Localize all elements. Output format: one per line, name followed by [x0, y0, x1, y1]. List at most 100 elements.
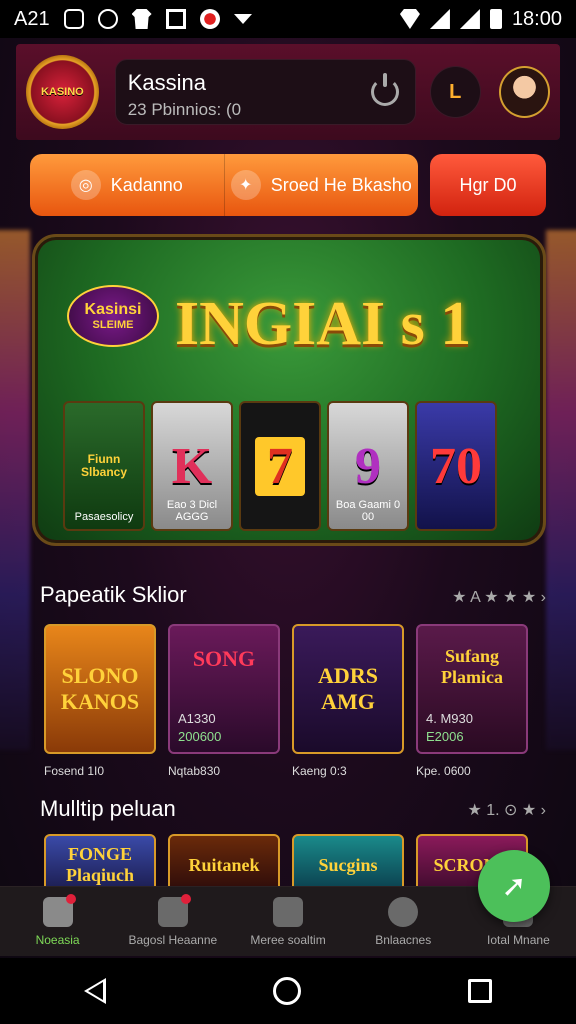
power-icon[interactable]: [370, 73, 399, 106]
chat-icon: [157, 893, 191, 927]
profile-name: Kassina: [127, 70, 206, 95]
game-thumbnail: ADRS AMG: [292, 624, 404, 754]
wifi-icon: [399, 9, 420, 29]
section-1-more[interactable]: ★ A ★ ★ ★ ›: [452, 587, 546, 607]
notification-dot: [180, 893, 191, 904]
game-title: SLONO KANOS: [60, 663, 140, 714]
right-glow-decoration: [546, 230, 576, 750]
recent-apps-icon[interactable]: [468, 979, 493, 1003]
signal-icon: [429, 9, 450, 29]
hgr-label: Hgr D0: [459, 174, 517, 195]
nav-item-home[interactable]: Noeasia: [0, 887, 115, 956]
game-title: FONGE Plaqiuch: [65, 844, 135, 885]
reel-3-symbol: 7: [255, 436, 305, 496]
game-thumbnail: Sufang Plamica 4. M930 E2006: [416, 624, 528, 754]
game-sub2: E2006: [426, 729, 464, 744]
reel-2: K Eao 3 Dicl AGGG: [151, 401, 233, 531]
coin-icon: ✦: [230, 170, 261, 200]
section-1-title: Papeatik Sklior: [40, 582, 187, 607]
app-header: KASINO Kassina 23 Pbinnios: (0 L: [16, 44, 560, 140]
status-bar: A21 18:00: [0, 0, 576, 38]
game-card[interactable]: ADRS AMG Kaeng 0:3: [292, 624, 404, 778]
game-caption: Kaeng 0:3: [292, 764, 347, 778]
sroed-button[interactable]: ✦ Sroed He Bkasho: [223, 154, 419, 216]
game-caption: Nqtab830: [168, 764, 221, 778]
game-title: ADRS AMG: [318, 663, 378, 714]
logo-text: KASINO: [40, 85, 84, 98]
reel-1: Fiunn Slbancy Pasaesolicy: [63, 401, 145, 531]
notification-dot: [65, 893, 76, 904]
avatar[interactable]: [498, 66, 550, 118]
sroed-label: Sroed He Bkasho: [270, 174, 412, 195]
game-title: SONG: [192, 646, 256, 671]
nav-item-bagosl[interactable]: Bagosl Heaanne: [115, 887, 230, 956]
share-icon: ➚: [501, 869, 527, 903]
coin-button[interactable]: L: [429, 66, 481, 118]
section-2-more[interactable]: ★ 1. ⊙ ★ ›: [467, 800, 546, 820]
games-row-1: SLONO KANOS Fosend 1I0 SONG A1330 200600…: [44, 624, 528, 778]
game-icon: [199, 9, 220, 29]
game-title: Sucgins: [318, 854, 378, 875]
shirt-icon: [131, 9, 152, 29]
app-screen: A21 18:00 KASINO Kassina 23 Pbinnios: (0…: [0, 0, 576, 1024]
kadanno-label: Kadanno: [110, 174, 183, 195]
nav-label: Meree soaltim: [250, 932, 326, 947]
casino-logo[interactable]: KASINO: [26, 55, 99, 129]
reel-3: 7: [239, 401, 321, 531]
chip-icon: ◎: [70, 170, 101, 200]
floating-action-button[interactable]: ➚: [478, 850, 550, 922]
reel-1-caption: Pasaesolicy: [74, 511, 134, 523]
reel-4-caption: Boa Gaami 0 00: [335, 499, 401, 523]
nav-item-meree[interactable]: Meree soaltim: [230, 887, 345, 956]
reel-5-symbol: 70: [430, 437, 482, 495]
dropdown-icon: [233, 14, 252, 24]
game-card[interactable]: SLONO KANOS Fosend 1I0: [44, 624, 156, 778]
nav-label: Bagosl Heaanne: [128, 932, 218, 947]
clock: 18:00: [511, 7, 562, 30]
home-icon: [42, 893, 76, 927]
game-sub2: 200600: [178, 729, 222, 744]
slot-banner[interactable]: Kasinsi SLEIME INGIAI s 1 Fiunn Slbancy …: [32, 234, 546, 546]
reel-1-title: Fiunn Slbancy: [80, 451, 128, 479]
reel-row: Fiunn Slbancy Pasaesolicy K Eao 3 Dicl A…: [63, 401, 497, 531]
signal2-icon: [459, 9, 480, 29]
game-thumbnail: SONG A1330 200600: [168, 624, 280, 754]
badge-line2: SLEIME: [92, 319, 134, 331]
left-glow-decoration: [0, 230, 30, 750]
nav-label: Iotal Mnane: [487, 932, 550, 947]
section-2-title: Mulltip peluan: [40, 796, 176, 821]
system-navigation-bar: [0, 958, 576, 1024]
game-sub: A1330: [178, 711, 216, 726]
kadanno-button[interactable]: ◎ Kadanno: [30, 154, 224, 216]
kasinsi-badge: Kasinsi SLEIME: [67, 285, 159, 347]
nav-label: Noeasia: [35, 932, 80, 947]
support-icon: [388, 896, 419, 927]
nav-label: Bnlaacnes: [375, 932, 432, 947]
action-row: ◎ Kadanno ✦ Sroed He Bkasho Hgr D0: [30, 154, 546, 216]
hgr-button[interactable]: Hgr D0: [430, 154, 546, 216]
banner-title: INGIAI s 1: [175, 290, 472, 358]
messages-icon: [63, 9, 84, 29]
profile-points: 23 Pbinnios: (0: [127, 100, 242, 119]
photo-icon: [165, 9, 186, 29]
coin-icon: L: [449, 80, 462, 103]
carrier-label: A21: [14, 7, 50, 30]
reel-4: 9 Boa Gaami 0 00: [327, 401, 409, 531]
badge-line1: Kasinsi: [84, 301, 142, 318]
battery-icon: [489, 9, 502, 29]
game-card[interactable]: SONG A1330 200600 Nqtab830: [168, 624, 280, 778]
game-thumbnail: SLONO KANOS: [44, 624, 156, 754]
profile-card[interactable]: Kassina 23 Pbinnios: (0: [114, 59, 416, 125]
reel-5: 70: [415, 401, 497, 531]
back-icon[interactable]: [83, 978, 106, 1004]
game-title: Sufang Plamica: [441, 646, 503, 687]
game-caption: Kpe. 0600: [416, 764, 471, 778]
nav-item-bnlaacnes[interactable]: Bnlaacnes: [346, 887, 461, 956]
game-title: Ruitanek: [188, 854, 260, 875]
home-circle-icon[interactable]: [272, 977, 301, 1005]
game-sub: 4. M930: [426, 711, 473, 726]
orange-button-group: ◎ Kadanno ✦ Sroed He Bkasho: [30, 154, 418, 216]
game-card[interactable]: Sufang Plamica 4. M930 E2006 Kpe. 0600: [416, 624, 528, 778]
alarm-icon: [97, 9, 118, 29]
reel-2-symbol: K: [171, 437, 213, 495]
